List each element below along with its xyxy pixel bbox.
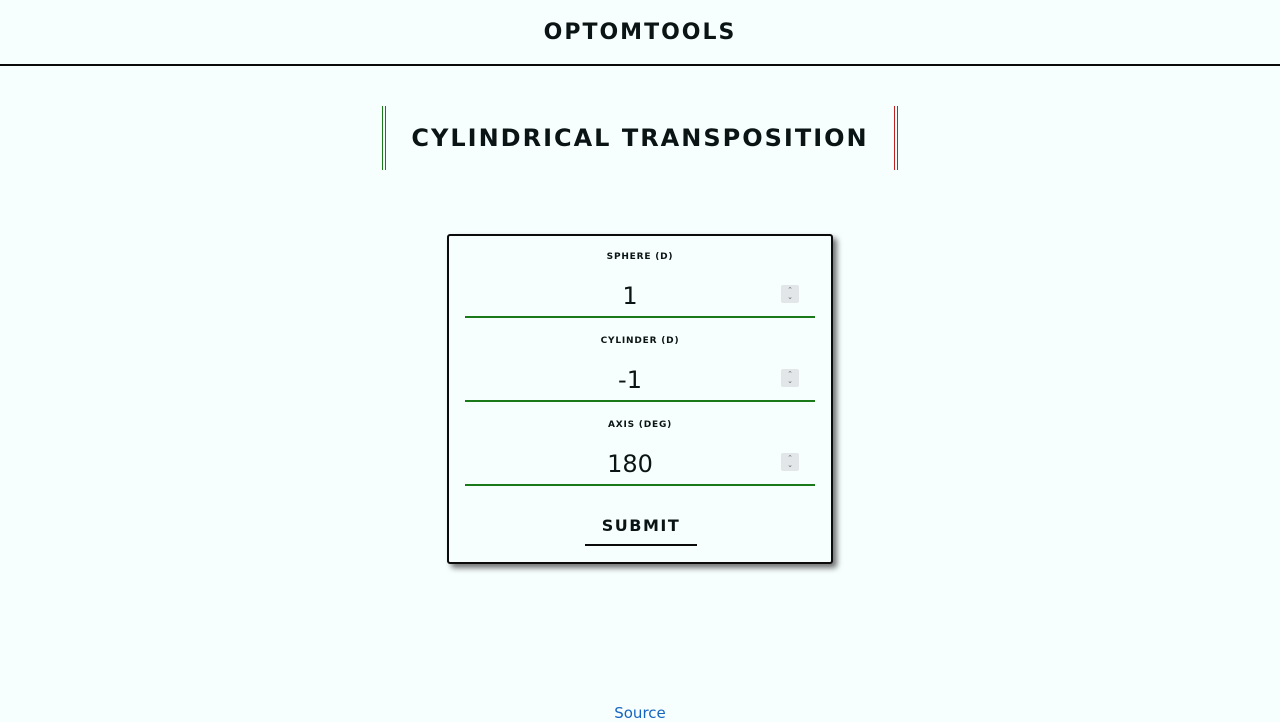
axis-label: AXIS (DEG) <box>607 420 673 430</box>
cylinder-input[interactable]: -1 ⌃ ⌄ <box>465 360 815 402</box>
title-left-accent-bar <box>382 106 383 170</box>
title-left-accent-bar <box>385 106 386 170</box>
brand-logo-link[interactable]: OPTOMTOOLS <box>544 20 737 45</box>
sphere-spinner-icon[interactable]: ⌃ ⌄ <box>781 285 799 303</box>
sphere-input[interactable]: 1 ⌃ ⌄ <box>465 276 815 318</box>
cylinder-label: CYLINDER (D) <box>600 336 680 346</box>
site-header: OPTOMTOOLS <box>0 0 1280 66</box>
title-right-accent-bar <box>894 106 895 170</box>
cylinder-field: CYLINDER (D) -1 ⌃ ⌄ <box>465 320 815 402</box>
axis-field: AXIS (DEG) 180 ⌃ ⌄ <box>465 404 815 486</box>
cylinder-value: -1 <box>618 366 642 394</box>
submit-button[interactable]: SUBMIT <box>585 506 697 546</box>
axis-spinner-icon[interactable]: ⌃ ⌄ <box>781 453 799 471</box>
page-title-block: CYLINDRICAL TRANSPOSITION <box>381 106 899 170</box>
sphere-label: SPHERE (D) <box>606 252 674 262</box>
sphere-value: 1 <box>622 282 638 310</box>
cylinder-spinner-icon[interactable]: ⌃ ⌄ <box>781 369 799 387</box>
sphere-field: SPHERE (D) 1 ⌃ ⌄ <box>465 236 815 318</box>
title-right-accent-bar <box>897 106 898 170</box>
page-title: CYLINDRICAL TRANSPOSITION <box>411 124 869 152</box>
axis-input[interactable]: 180 ⌃ ⌄ <box>465 444 815 486</box>
source-link[interactable]: Source <box>0 704 1280 722</box>
transposition-form: SPHERE (D) 1 ⌃ ⌄ CYLINDER (D) -1 ⌃ ⌄ AXIS … <box>447 234 833 564</box>
axis-value: 180 <box>607 450 653 478</box>
